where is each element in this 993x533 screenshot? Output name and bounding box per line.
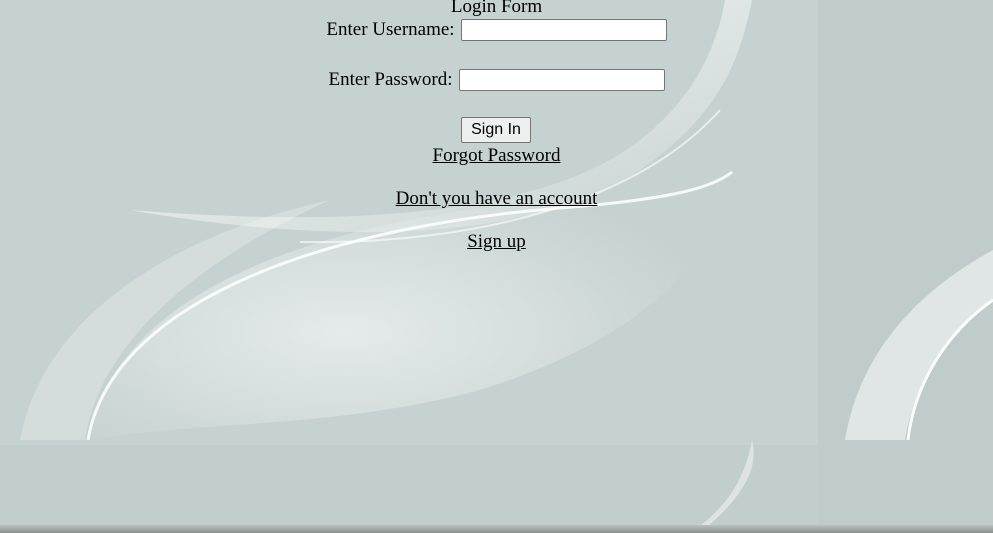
username-label: Enter Username: [326, 18, 455, 40]
sign-up-link[interactable]: Sign up [467, 231, 526, 252]
page-bottom-edge [0, 525, 993, 533]
username-input[interactable] [460, 18, 667, 41]
username-row: Enter Username: [0, 18, 993, 41]
sign-in-button[interactable]: Sign In [461, 117, 531, 143]
form-title: Login Form [450, 0, 543, 17]
password-row: Enter Password: [0, 68, 993, 91]
forgot-password-link[interactable]: Forgot Password [433, 145, 561, 166]
password-label: Enter Password: [328, 68, 453, 90]
no-account-link[interactable]: Don't you have an account [396, 188, 598, 209]
password-input[interactable] [458, 68, 665, 91]
sign-up-row: Sign up [0, 231, 993, 253]
no-account-row: Don't you have an account [0, 188, 993, 210]
forgot-password-row: Forgot Password [0, 145, 993, 167]
